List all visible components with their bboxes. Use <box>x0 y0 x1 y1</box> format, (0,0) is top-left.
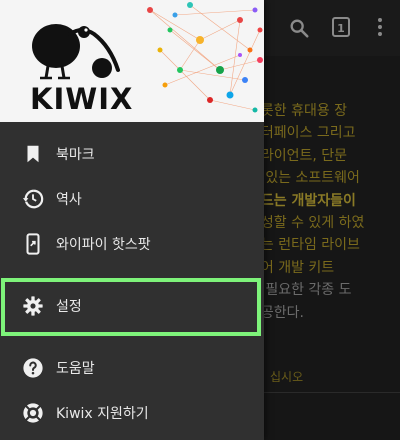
kiwix-logo-text: KIWIX <box>30 82 134 116</box>
search-icon[interactable] <box>288 16 310 40</box>
tab-count: 1 <box>332 17 350 37</box>
help-icon <box>23 358 43 378</box>
bookmark-icon <box>27 145 39 163</box>
divider <box>264 392 400 393</box>
article-line: 인터페이스 그리고 <box>248 125 356 142</box>
drawer-header: KIWIX <box>0 0 264 122</box>
menu-item-support-kiwix[interactable]: Kiwix 지원하기 <box>0 389 264 437</box>
article-content: 비롯한 휴대용 장 인터페이스 그리고 클라이언트, 단문 고 있는 소프트웨어… <box>248 100 400 324</box>
menu-item-wifi-hotspot[interactable]: 와이파이 핫스팟 <box>0 220 264 268</box>
article-line: 고 있는 소프트웨어 <box>248 170 360 187</box>
navigation-drawer: KIWIX 북마크 역사 와이파이 핫스팟 설정 도움말 Kiwix 지원하기 <box>0 0 264 440</box>
menu-item-help[interactable]: 도움말 <box>0 344 264 392</box>
article-footnote: 십시오 <box>270 370 304 384</box>
menu-item-label: 역사 <box>56 192 82 208</box>
article-line: 클라이언트, 단문 <box>248 147 348 164</box>
menu-item-history[interactable]: 역사 <box>0 175 264 223</box>
menu-item-label: Kiwix 지원하기 <box>56 406 149 422</box>
menu-item-label: 와이파이 핫스팟 <box>56 237 151 253</box>
hotspot-icon <box>26 233 40 255</box>
menu-item-label: 도움말 <box>56 361 95 377</box>
kiwi-bird-logo <box>32 24 120 80</box>
article-line: 제공한다. <box>248 304 304 321</box>
article-line: 데 필요한 각종 도 <box>248 282 352 299</box>
article-line: 있는 런타임 라이브 <box>248 237 360 254</box>
article-line: 웨어 개발 키트 <box>248 259 335 276</box>
more-icon[interactable] <box>375 16 385 40</box>
history-icon <box>22 189 44 209</box>
article-line: 이드는 개발자들이 <box>248 192 356 209</box>
selection-highlight <box>1 278 261 336</box>
article-line: 작성할 수 있게 하였 <box>248 214 365 231</box>
tabs-icon[interactable]: 1 <box>330 16 354 40</box>
menu-item-bookmarks[interactable]: 북마크 <box>0 130 264 178</box>
article-line: 비롯한 휴대용 장 <box>248 103 348 119</box>
support-icon <box>23 403 43 423</box>
menu-item-label: 북마크 <box>56 147 95 163</box>
